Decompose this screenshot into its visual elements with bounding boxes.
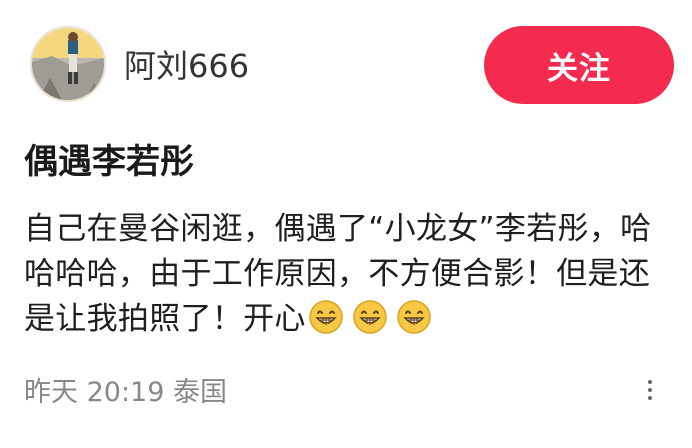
post-meta: 昨天 20:19 泰国 <box>24 377 227 408</box>
grinning-face-icon <box>308 300 343 334</box>
post-footer: 昨天 20:19 泰国 <box>24 372 674 412</box>
more-dot <box>648 388 652 392</box>
follow-button[interactable]: 关注 <box>484 26 674 104</box>
grinning-face-icon <box>352 300 387 334</box>
avatar-image <box>32 28 104 100</box>
more-vertical-icon[interactable] <box>634 374 666 406</box>
post-card: 阿刘666 关注 偶遇李若彤 自己在曼谷闲逛，偶遇了“小龙女”李若彤，哈哈哈哈，… <box>0 0 692 448</box>
more-dot <box>648 396 652 400</box>
avatar[interactable] <box>30 26 106 102</box>
post-header: 阿刘666 关注 <box>24 24 674 104</box>
post-body: 自己在曼谷闲逛，偶遇了“小龙女”李若彤，哈哈哈哈，由于工作原因，不方便合影！但是… <box>24 207 664 342</box>
post-title: 偶遇李若彤 <box>24 142 194 182</box>
username[interactable]: 阿刘666 <box>124 46 249 86</box>
more-dot <box>648 380 652 384</box>
emoji-group <box>308 299 432 335</box>
grinning-face-icon <box>396 300 431 334</box>
